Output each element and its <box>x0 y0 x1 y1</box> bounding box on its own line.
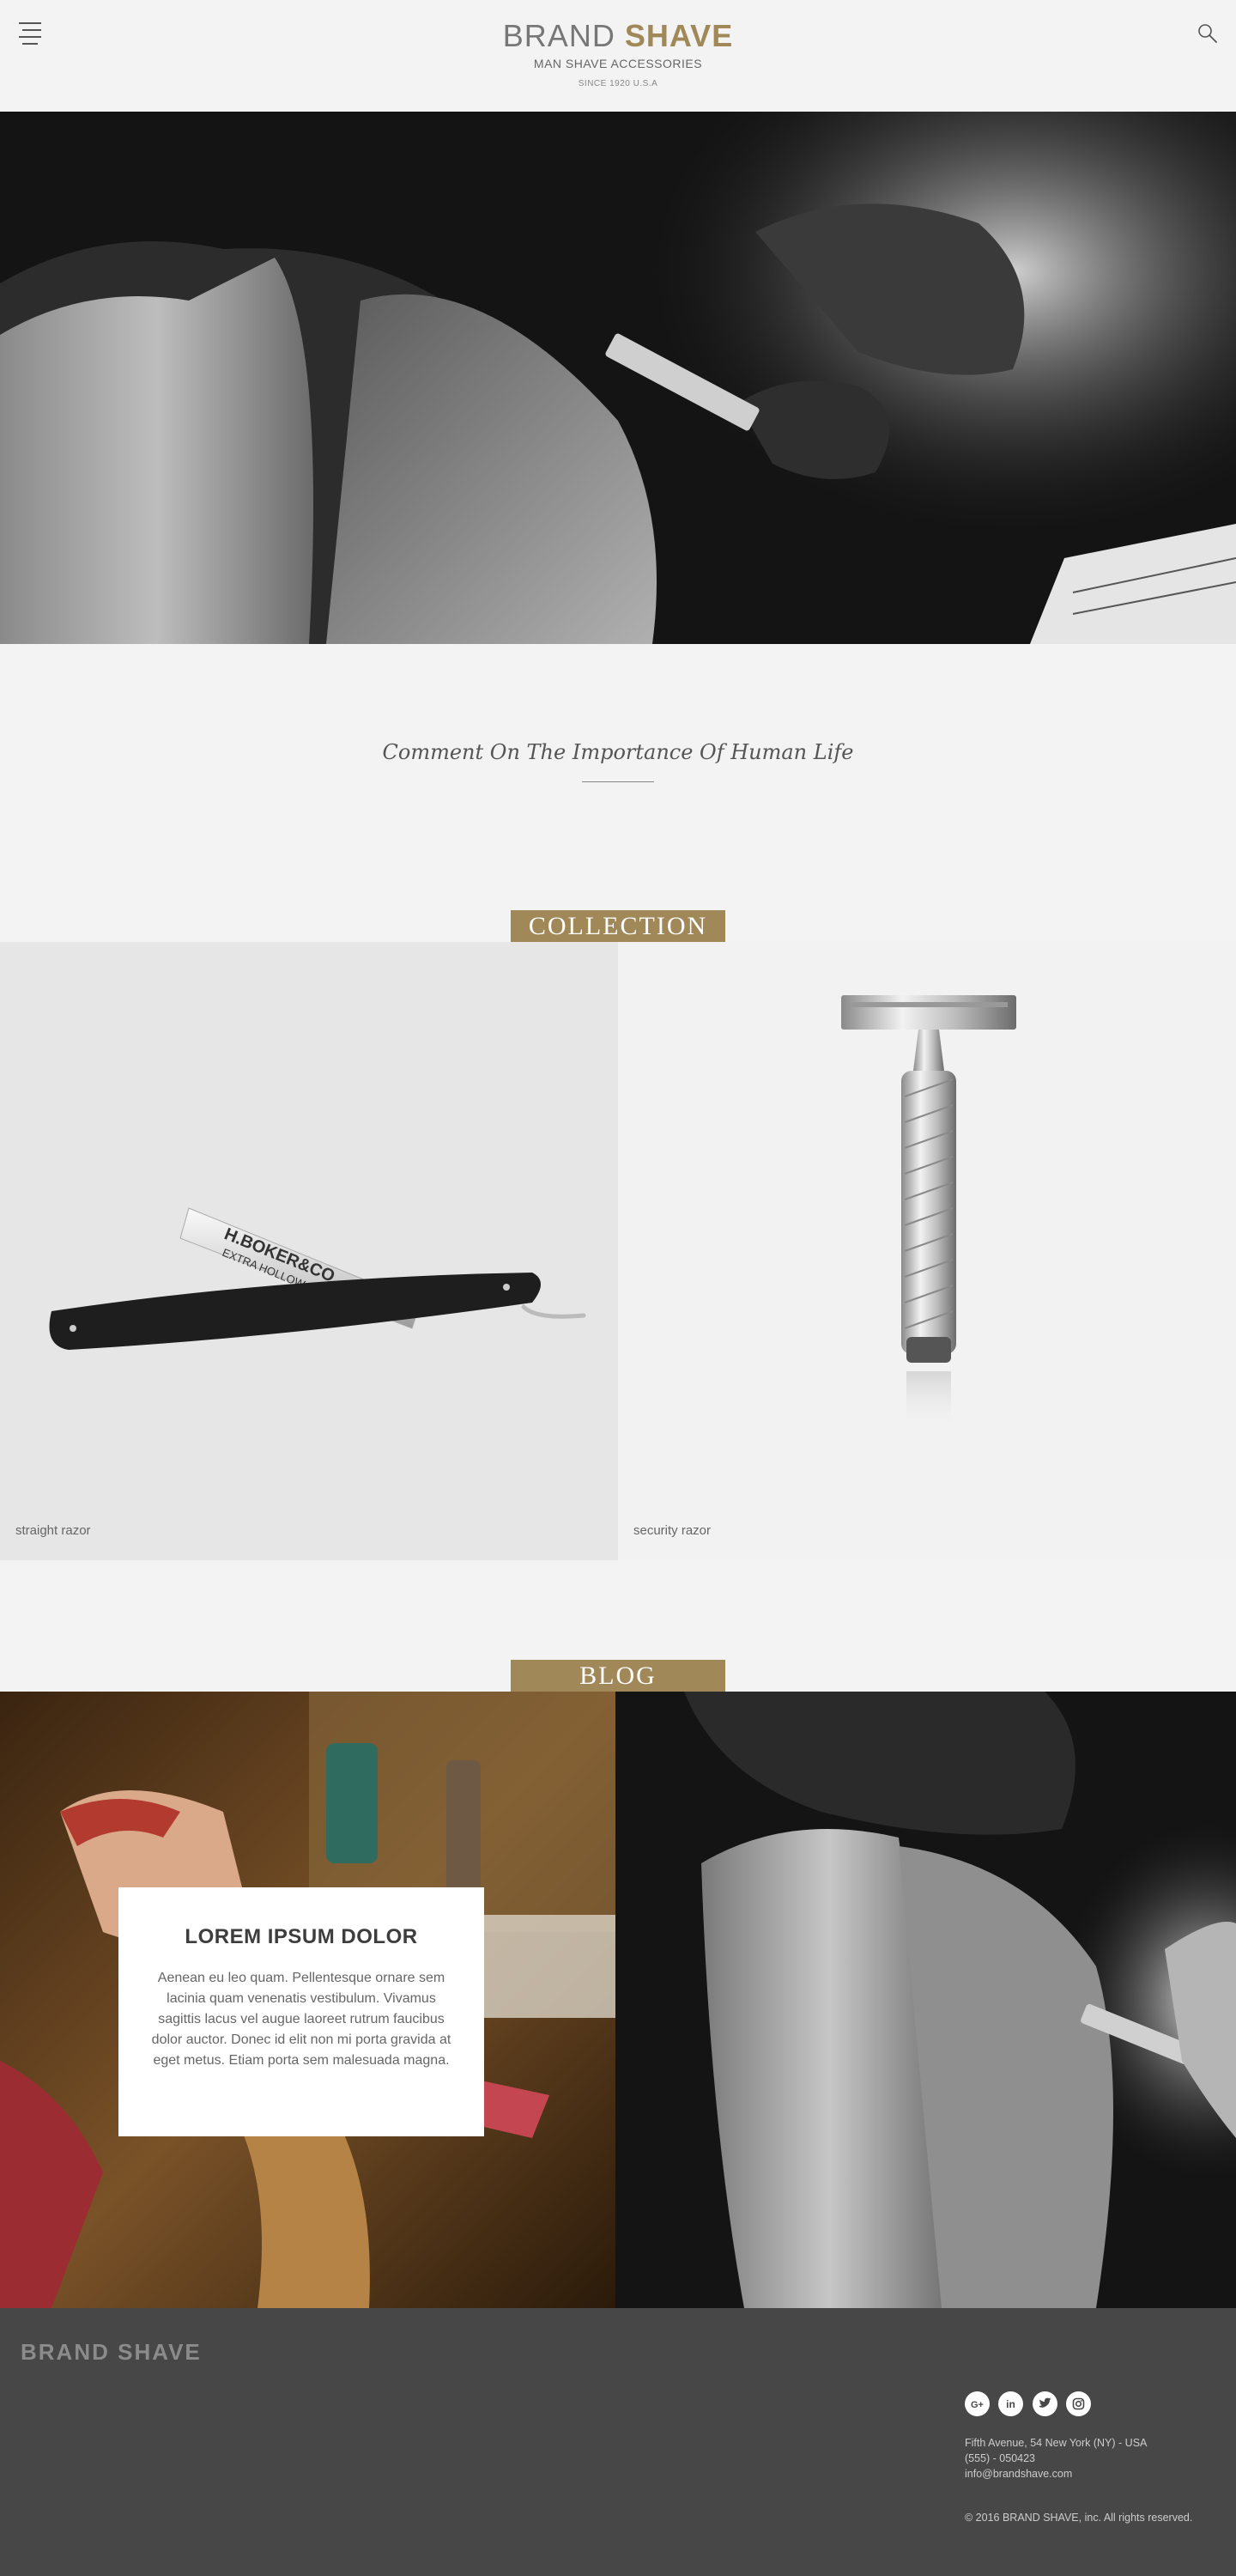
product-caption: security razor <box>633 1523 712 1538</box>
svg-text:in: in <box>1007 2398 1016 2410</box>
quote-divider <box>582 781 654 782</box>
security-razor-image <box>841 995 1016 1431</box>
footer-brand: BRAND SHAVE <box>21 2339 202 2365</box>
blog-image-shave <box>615 1692 1236 2308</box>
footer-contact: Fifth Avenue, 54 New York (NY) - USA (55… <box>965 2435 1147 2482</box>
blog-post-title[interactable]: LOREM IPSUM DOLOR <box>144 1925 458 1949</box>
brand-name-light: BRAND <box>502 18 615 53</box>
product-card-security-razor[interactable]: security razor <box>618 942 1236 1560</box>
intro-quote: Comment On The Importance Of Human Life <box>382 740 854 764</box>
footer-copyright: © 2016 BRAND SHAVE, inc. All rights rese… <box>965 2512 1193 2524</box>
site-footer: BRAND SHAVE G+ in Fifth Avenue, 54 New Y… <box>0 2308 1236 2576</box>
svg-text:G+: G+ <box>971 2400 984 2410</box>
social-links: G+ in <box>965 2391 1096 2419</box>
twitter-icon[interactable] <box>1032 2391 1057 2416</box>
linkedin-icon[interactable]: in <box>998 2391 1024 2416</box>
brand-logo[interactable]: BRAND SHAVE MAN SHAVE ACCESSORIES SINCE … <box>0 17 1236 88</box>
google-plus-icon[interactable]: G+ <box>965 2391 990 2416</box>
search-icon[interactable] <box>1197 22 1219 45</box>
straight-razor-image: H.BOKER&CO EXTRA HOLLOW GROUND <box>49 1207 586 1350</box>
collection-label: COLLECTION <box>511 910 725 942</box>
blog-post-excerpt: Aenean eu leo quam. Pellentesque ornare … <box>151 1971 451 2068</box>
footer-phone: (555) - 050423 <box>965 2452 1036 2464</box>
product-card-straight-razor[interactable]: H.BOKER&CO EXTRA HOLLOW GROUND straight … <box>0 942 618 1560</box>
brand-since: SINCE 1920 U.S.A <box>578 79 658 88</box>
brand-name-bold: SHAVE <box>624 18 734 53</box>
footer-address: Fifth Avenue, 54 New York (NY) - USA <box>965 2437 1148 2449</box>
blog-post-card[interactable]: LOREM IPSUM DOLOR Aenean eu leo quam. Pe… <box>118 1887 484 2136</box>
brand-subtitle: MAN SHAVE ACCESSORIES <box>533 57 703 70</box>
hero-image <box>0 112 1236 644</box>
blog-label: BLOG <box>511 1660 725 1692</box>
instagram-icon[interactable] <box>1066 2391 1092 2416</box>
site-header: BRAND SHAVE MAN SHAVE ACCESSORIES SINCE … <box>0 0 1236 112</box>
footer-email[interactable]: info@brandshave.com <box>965 2466 1147 2482</box>
product-caption: straight razor <box>15 1523 91 1538</box>
